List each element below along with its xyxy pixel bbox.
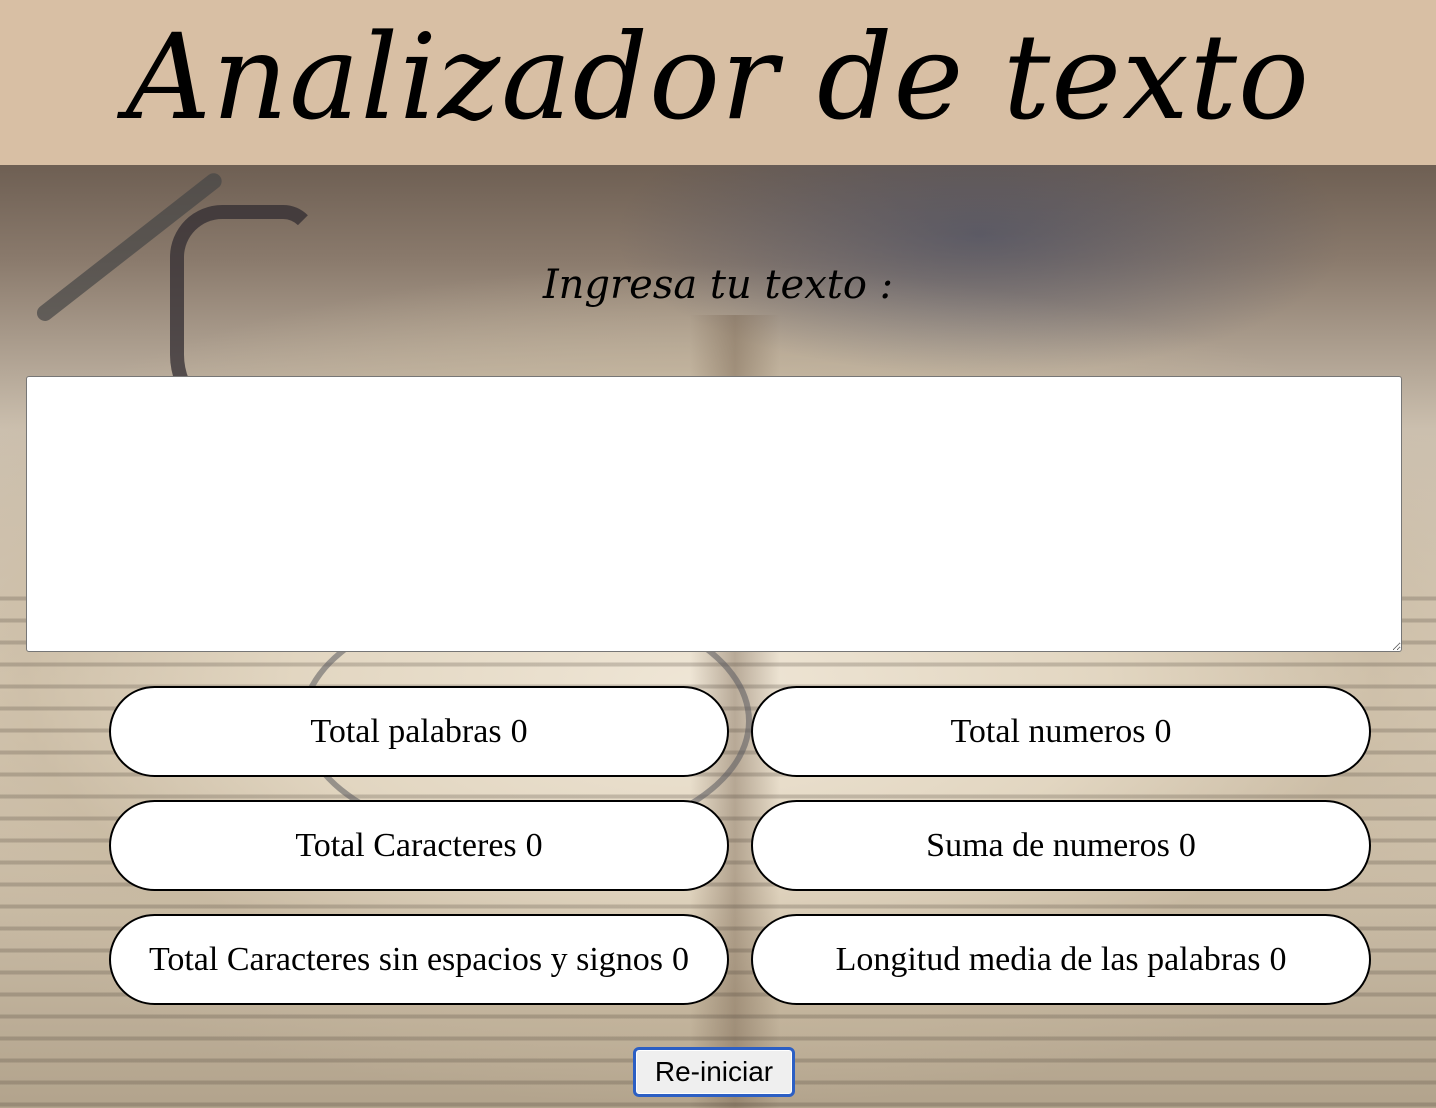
header-banner: Analizador de texto <box>0 0 1436 165</box>
page: Analizador de texto Ingresa tu texto : T… <box>0 0 1436 1108</box>
stat-value: 0 <box>672 940 690 978</box>
stat-value: 0 <box>1178 826 1196 864</box>
stat-label: Total Caracteres sin espacios y signos <box>148 940 664 978</box>
stat-label: Total Caracteres <box>295 826 517 864</box>
stat-total-palabras: Total palabras 0 <box>109 686 729 777</box>
stat-label: Total numeros <box>950 712 1146 750</box>
stat-label: Longitud media de las palabras <box>835 940 1261 978</box>
stat-label: Suma de numeros <box>926 826 1170 864</box>
stat-total-numeros: Total numeros 0 <box>751 686 1371 777</box>
reset-button[interactable]: Re-iniciar <box>633 1047 795 1097</box>
stat-label: Total palabras <box>310 712 502 750</box>
stat-value: 0 <box>510 712 528 750</box>
stat-value: 0 <box>1154 712 1172 750</box>
text-input[interactable] <box>26 376 1402 652</box>
stat-longitud-media: Longitud media de las palabras 0 <box>751 914 1371 1005</box>
stat-value: 0 <box>1269 940 1287 978</box>
stat-total-caracteres: Total Caracteres 0 <box>109 800 729 891</box>
page-title: Analizador de texto <box>125 8 1311 146</box>
stat-caracteres-sin-espacios: Total Caracteres sin espacios y signos 0 <box>109 914 729 1005</box>
stat-value: 0 <box>525 826 543 864</box>
text-input-container <box>26 376 1402 652</box>
input-label: Ingresa tu texto : <box>542 262 894 308</box>
stat-suma-numeros: Suma de numeros 0 <box>751 800 1371 891</box>
